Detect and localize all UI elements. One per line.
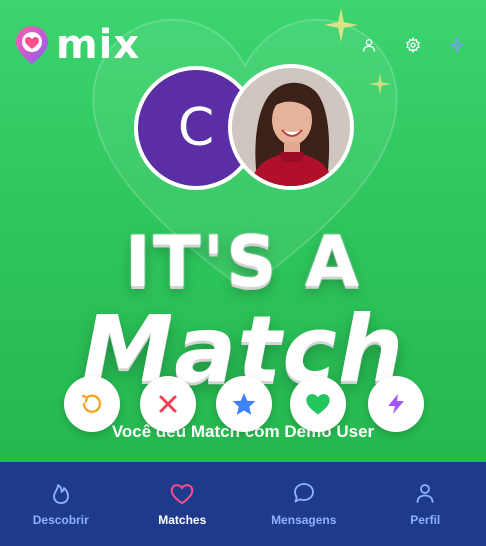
bolt-icon — [388, 394, 404, 414]
nav-label: Descobrir — [32, 513, 89, 527]
close-icon — [159, 395, 177, 413]
like-button[interactable] — [290, 376, 346, 432]
rewind-icon — [81, 394, 102, 413]
match-photo — [232, 68, 350, 186]
location-heart-icon — [16, 26, 48, 64]
sparkle-decoration — [323, 7, 359, 43]
user-icon — [416, 484, 434, 503]
avatar-initial: C — [177, 98, 215, 158]
nav-item-descobrir[interactable]: Descobrir — [0, 462, 122, 546]
nav-item-perfil[interactable]: Perfil — [365, 462, 486, 546]
match-avatar-photo — [228, 64, 354, 190]
settings-button[interactable] — [402, 34, 424, 56]
its-a-headline: IT'S A — [124, 221, 362, 303]
flame-icon — [52, 484, 69, 504]
sparkle-icon — [449, 37, 465, 53]
heart-icon — [306, 394, 330, 415]
brand-name: mix — [56, 22, 141, 68]
nav-item-mensagens[interactable]: Mensagens — [243, 462, 365, 546]
nope-button[interactable] — [140, 376, 196, 432]
bottom-nav: Descobrir Matches Mensagens Perfil — [0, 462, 486, 546]
nav-item-matches[interactable]: Matches — [122, 462, 244, 546]
match-screen: mix C IT'S A Match Você Match com Demo U… — [0, 0, 486, 546]
super-like-button[interactable] — [216, 376, 272, 432]
heart-icon — [170, 484, 194, 505]
nav-label: Perfil — [410, 513, 441, 527]
star-icon — [232, 393, 256, 415]
boost-header-button[interactable] — [446, 34, 468, 56]
rewind-button[interactable] — [64, 376, 120, 432]
nav-label: Mensagens — [271, 513, 337, 527]
boost-button[interactable] — [368, 376, 424, 432]
sparkle-decoration — [369, 73, 391, 95]
profile-button[interactable] — [358, 34, 380, 56]
nav-label: Matches — [158, 513, 207, 527]
chat-icon — [293, 483, 314, 503]
user-icon — [363, 39, 375, 52]
gear-icon — [406, 37, 420, 53]
